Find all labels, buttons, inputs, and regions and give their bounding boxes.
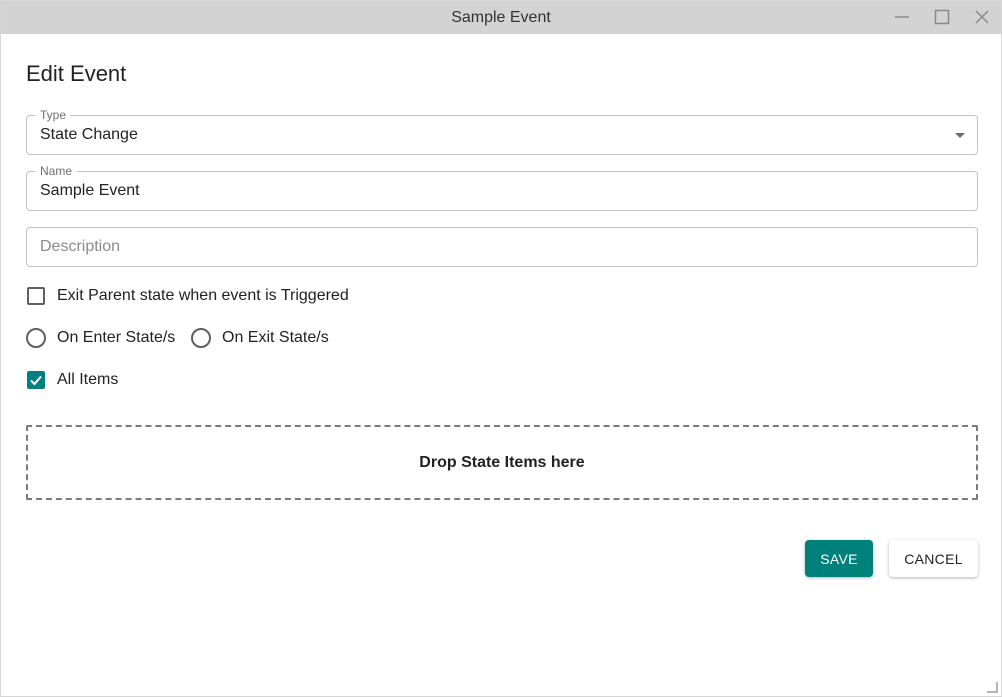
exit-parent-checkbox[interactable] — [27, 287, 45, 305]
minimize-icon — [895, 16, 909, 18]
name-field[interactable]: Name Sample Event — [26, 165, 978, 211]
description-placeholder: Description — [40, 238, 121, 255]
caret-down-icon — [955, 133, 965, 138]
all-items-checkbox[interactable] — [27, 371, 45, 389]
on-exit-label: On Exit State/s — [222, 329, 329, 346]
close-icon — [975, 10, 989, 24]
all-items-label: All Items — [57, 371, 119, 388]
close-button[interactable] — [969, 5, 995, 29]
minimize-button[interactable] — [889, 5, 915, 29]
on-exit-radio[interactable] — [191, 328, 211, 348]
exit-parent-label: Exit Parent state when event is Triggere… — [57, 287, 349, 304]
window-title: Sample Event — [451, 9, 551, 26]
dialog-window: Sample Event Edit Event Type State Chang… — [0, 0, 1002, 697]
maximize-icon — [934, 9, 950, 25]
type-select[interactable]: Type State Change — [26, 109, 978, 155]
description-field[interactable]: Description — [26, 227, 978, 267]
page-title: Edit Event — [26, 61, 127, 86]
maximize-button[interactable] — [929, 5, 955, 29]
state-items-dropzone[interactable]: Drop State Items here — [26, 425, 978, 500]
title-bar[interactable]: Sample Event — [1, 1, 1001, 34]
on-enter-label: On Enter State/s — [57, 329, 176, 346]
name-value: Sample Event — [40, 182, 140, 199]
on-enter-radio[interactable] — [26, 328, 46, 348]
save-button[interactable]: SAVE — [805, 540, 873, 577]
checkmark-icon — [30, 375, 42, 386]
dropzone-text: Drop State Items here — [419, 453, 585, 471]
cancel-button[interactable]: CANCEL — [889, 540, 978, 577]
type-value: State Change — [40, 126, 138, 143]
resize-grip-icon[interactable] — [986, 681, 998, 693]
